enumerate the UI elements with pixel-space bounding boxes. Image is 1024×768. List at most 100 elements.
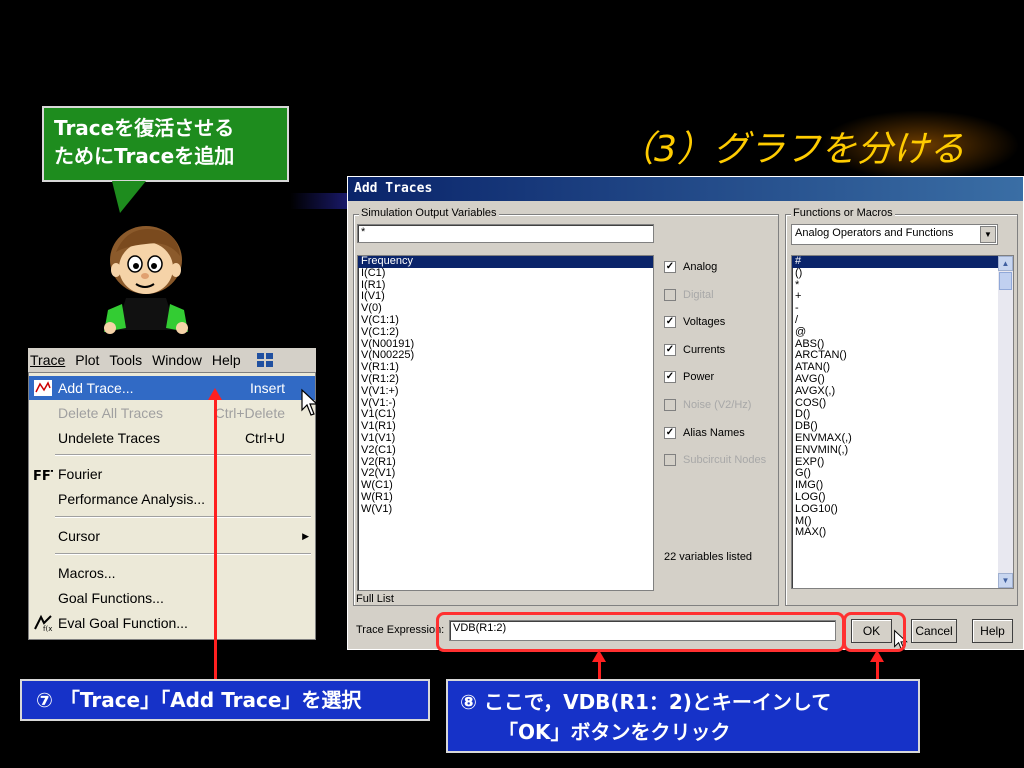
menu-help[interactable]: Help — [212, 352, 241, 368]
subckt-label: Subcircuit Nodes — [683, 454, 767, 466]
variable-item[interactable]: V1(C1) — [358, 409, 653, 421]
variable-count: 22 variables listed — [664, 551, 753, 563]
function-item[interactable]: COS() — [792, 397, 1013, 410]
noise-label: Noise (V2/Hz) — [683, 399, 752, 411]
menu-item-fourier[interactable]: FFT Fourier — [29, 462, 315, 486]
menu-item-macros[interactable]: Macros... — [29, 561, 315, 585]
functions-scrollbar[interactable]: ▲ ▼ — [998, 256, 1013, 588]
currents-checkbox[interactable]: ✓ Currents — [664, 344, 725, 356]
alias-checkbox[interactable]: ✓ Alias Names — [664, 427, 745, 439]
cancel-button[interactable]: Cancel — [911, 619, 957, 643]
window-tile-icon[interactable] — [255, 351, 275, 369]
function-item[interactable]: - — [792, 302, 1013, 315]
function-item[interactable]: ENVMAX(,) — [792, 432, 1013, 445]
variable-item[interactable]: V(C1:2) — [358, 326, 653, 339]
function-item[interactable]: * — [792, 279, 1013, 292]
filter-input[interactable]: * — [357, 224, 654, 243]
checkbox-subckt[interactable] — [664, 454, 676, 466]
variable-item[interactable]: V(R1:2) — [358, 373, 653, 386]
checkbox-noise[interactable] — [664, 399, 676, 411]
voltages-checkbox[interactable]: ✓ Voltages — [664, 316, 725, 328]
scroll-thumb[interactable] — [999, 272, 1012, 290]
svg-text:FFT: FFT — [33, 469, 53, 483]
function-item[interactable]: @ — [792, 326, 1013, 339]
function-item[interactable]: ENVMIN(,) — [792, 444, 1013, 457]
menu-plot[interactable]: Plot — [75, 352, 99, 368]
variable-item[interactable]: I(R1) — [358, 279, 653, 292]
variable-item[interactable]: V2(R1) — [358, 456, 653, 469]
variable-item[interactable]: V(N00225) — [358, 350, 653, 362]
function-item[interactable]: MAX() — [792, 527, 1013, 539]
callout-line-1: Traceを復活させる — [54, 116, 235, 140]
function-item[interactable]: EXP() — [792, 456, 1013, 469]
menu-tools[interactable]: Tools — [109, 352, 142, 368]
variable-item[interactable]: I(C1) — [358, 267, 653, 280]
function-item[interactable]: AVGX(,) — [792, 385, 1013, 398]
noise-checkbox[interactable]: Noise (V2/Hz) — [664, 399, 751, 411]
note-step-7: ⑦ 「Trace」「Add Trace」を選択 — [20, 679, 430, 721]
checkbox-analog[interactable]: ✓ — [664, 261, 676, 273]
variable-item[interactable]: V1(R1) — [358, 420, 653, 433]
menu-item-goal-functions[interactable]: Goal Functions... — [29, 586, 315, 610]
function-item[interactable]: LOG10() — [792, 503, 1013, 516]
add-traces-dialog: Add Traces Simulation Output Variables *… — [347, 176, 1024, 650]
power-checkbox[interactable]: ✓ Power — [664, 371, 714, 383]
variable-item[interactable]: V(V1:+) — [358, 385, 653, 398]
function-item[interactable]: / — [792, 314, 1013, 327]
checkbox-voltages[interactable]: ✓ — [664, 316, 676, 328]
function-item[interactable]: # — [792, 256, 1013, 268]
functions-listbox[interactable]: #() * + - / @ ABS() ARCTAN() ATAN() AVG() AVGX(,) C… — [791, 255, 1014, 589]
add-trace-icon — [34, 380, 52, 396]
variable-item[interactable]: V(V1:-) — [358, 397, 653, 410]
functions-dropdown[interactable]: Analog Operators and Functions ▼ — [791, 224, 998, 245]
submenu-arrow-icon: ▶ — [302, 530, 309, 541]
function-item[interactable]: + — [792, 291, 1013, 303]
menu-item-eval-goal[interactable]: f(x) Eval Goal Function... — [29, 611, 315, 635]
function-item[interactable]: ATAN() — [792, 361, 1013, 374]
variable-item[interactable]: V2(V1) — [358, 468, 653, 480]
arrow-line-8a — [598, 660, 601, 680]
functions-dropdown-value: Analog Operators and Functions — [795, 227, 954, 239]
variables-listbox[interactable]: Frequency I(C1) I(R1) I(V1) V(0) V(C1:1) V(C1:… — [357, 255, 654, 591]
help-button[interactable]: Help — [972, 619, 1013, 643]
function-item[interactable]: D() — [792, 409, 1013, 421]
chevron-down-icon[interactable]: ▼ — [980, 226, 996, 243]
scroll-up-icon[interactable]: ▲ — [998, 256, 1013, 271]
menu-window[interactable]: Window — [152, 352, 202, 368]
menu-item-add-trace[interactable]: Add Trace... Insert — [29, 376, 315, 400]
variable-item[interactable]: V1(V1) — [358, 432, 653, 445]
scroll-down-icon[interactable]: ▼ — [998, 573, 1013, 588]
menu-item-undelete[interactable]: Undelete Traces Ctrl+U — [29, 426, 315, 450]
dialog-title: Add Traces — [348, 177, 1023, 201]
mascot-illustration — [104, 226, 188, 334]
function-item[interactable]: () — [792, 267, 1013, 280]
variable-item[interactable]: V(R1:1) — [358, 361, 653, 374]
variable-item[interactable]: Frequency — [358, 256, 653, 268]
menu-item-performance[interactable]: Performance Analysis... — [29, 487, 315, 511]
checkbox-alias[interactable]: ✓ — [664, 427, 676, 439]
menu-trace[interactable]: Trace — [30, 352, 65, 368]
menu-item-cursor[interactable]: Cursor ▶ — [29, 524, 315, 548]
note-step-8: ⑧ ここで，VDB(R1：2)とキーインして 「OK」ボタンをクリック — [446, 679, 920, 753]
checkbox-currents[interactable]: ✓ — [664, 344, 676, 356]
function-item[interactable]: LOG() — [792, 491, 1013, 504]
svg-text:f(x): f(x) — [43, 625, 53, 632]
subckt-checkbox[interactable]: Subcircuit Nodes — [664, 454, 766, 466]
arrow-line-7 — [214, 400, 217, 680]
analog-checkbox[interactable]: ✓ Analog — [664, 261, 717, 273]
checkbox-digital[interactable] — [664, 289, 676, 301]
variable-item[interactable]: W(V1) — [358, 503, 653, 516]
variable-item[interactable]: V2(C1) — [358, 444, 653, 457]
menu-separator — [55, 516, 311, 518]
digital-checkbox[interactable]: Digital — [664, 289, 714, 301]
menu-item-delete-all[interactable]: Delete All Traces Ctrl+Delete — [29, 401, 315, 425]
checkbox-power[interactable]: ✓ — [664, 371, 676, 383]
function-item[interactable]: AVG() — [792, 373, 1013, 386]
variable-item[interactable]: I(V1) — [358, 291, 653, 303]
variable-item[interactable]: W(R1) — [358, 491, 653, 504]
variable-item[interactable]: W(C1) — [358, 479, 653, 492]
function-item[interactable]: G() — [792, 468, 1013, 480]
trace-expression-highlight — [436, 612, 845, 652]
variable-item[interactable]: V(C1:1) — [358, 314, 653, 327]
variable-item[interactable]: V(0) — [358, 302, 653, 315]
